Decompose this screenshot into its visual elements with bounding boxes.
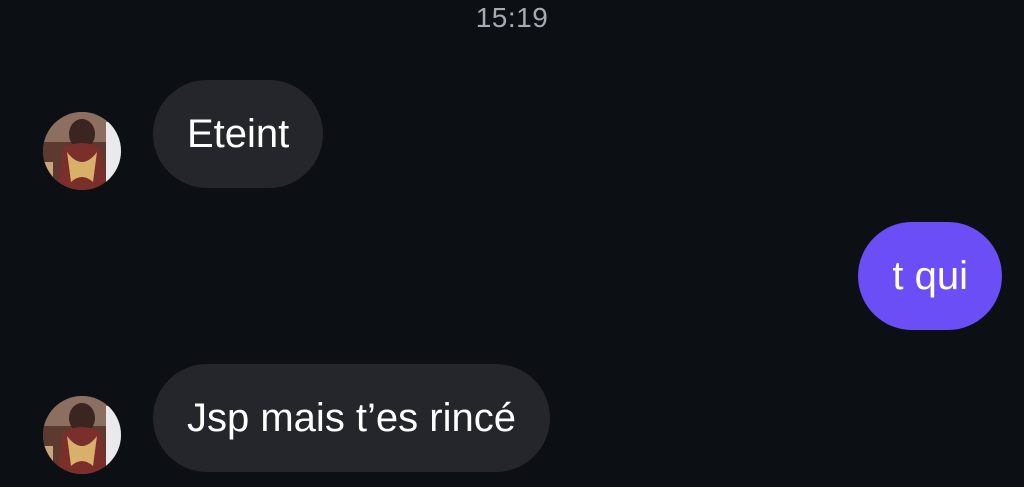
incoming-message-bubble[interactable]: Eteint: [153, 80, 324, 188]
chat-thread: 15:19 Eteint t qui Jsp mais t’es rincé: [0, 0, 1024, 487]
message-text: t qui: [892, 254, 968, 298]
avatar-photo-icon: [43, 396, 121, 474]
contact-avatar[interactable]: [43, 396, 121, 474]
message-text: Eteint: [187, 112, 290, 156]
incoming-message-bubble[interactable]: Jsp mais t’es rincé: [153, 364, 550, 472]
contact-avatar[interactable]: [43, 112, 121, 190]
outgoing-message-bubble[interactable]: t qui: [858, 222, 1002, 330]
avatar-photo-icon: [43, 112, 121, 190]
message-timestamp: 15:19: [475, 2, 549, 33]
message-text: Jsp mais t’es rincé: [187, 396, 516, 440]
